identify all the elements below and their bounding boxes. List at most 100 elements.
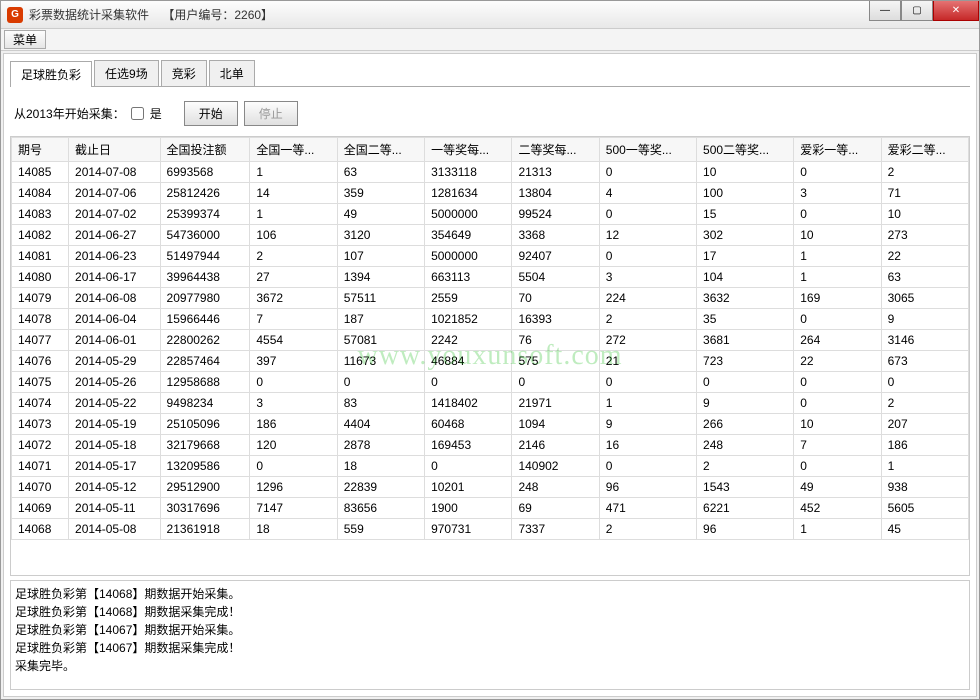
table-row[interactable]: 140742014-05-229498234383141840221971190… (12, 393, 969, 414)
tab-0[interactable]: 足球胜负彩 (10, 61, 92, 87)
column-header[interactable]: 爱彩一等... (794, 138, 881, 162)
table-cell: 49 (794, 477, 881, 498)
table-cell: 2 (599, 309, 696, 330)
table-cell: 140902 (512, 456, 599, 477)
table-row[interactable]: 140812014-06-235149794421075000000924070… (12, 246, 969, 267)
table-cell: 0 (425, 456, 512, 477)
table-cell: 0 (250, 372, 337, 393)
table-cell: 169453 (425, 435, 512, 456)
table-cell: 1 (250, 162, 337, 183)
table-cell: 186 (250, 414, 337, 435)
table-cell: 57081 (337, 330, 424, 351)
controls-row: 从2013年开始采集： 是 开始 停止 (10, 87, 970, 136)
column-header[interactable]: 全国一等... (250, 138, 337, 162)
column-header[interactable]: 期号 (12, 138, 69, 162)
table-row[interactable]: 140732014-05-192510509618644046046810949… (12, 414, 969, 435)
data-table-wrap[interactable]: 期号截止日全国投注额全国一等...全国二等...一等奖每...二等奖每...50… (10, 136, 970, 576)
table-cell: 2014-06-17 (69, 267, 161, 288)
table-row[interactable]: 140832014-07-022539937414950000009952401… (12, 204, 969, 225)
table-cell: 10 (881, 204, 968, 225)
table-cell: 2014-05-22 (69, 393, 161, 414)
table-cell: 99524 (512, 204, 599, 225)
table-cell: 57511 (337, 288, 424, 309)
table-cell: 359 (337, 183, 424, 204)
table-cell: 63 (337, 162, 424, 183)
close-button[interactable]: ✕ (933, 1, 979, 21)
table-cell: 29512900 (160, 477, 250, 498)
app-icon: G (7, 7, 23, 23)
table-cell: 2 (250, 246, 337, 267)
table-cell: 0 (794, 456, 881, 477)
table-row[interactable]: 140762014-05-292285746439711673468845752… (12, 351, 969, 372)
table-cell: 2014-05-26 (69, 372, 161, 393)
column-header[interactable]: 500一等奖... (599, 138, 696, 162)
column-header[interactable]: 全国二等... (337, 138, 424, 162)
table-cell: 186 (881, 435, 968, 456)
table-cell: 663113 (425, 267, 512, 288)
table-cell: 14073 (12, 414, 69, 435)
table-cell: 2 (599, 519, 696, 540)
table-row[interactable]: 140792014-06-082097798036725751125597022… (12, 288, 969, 309)
table-cell: 104 (697, 267, 794, 288)
menu-main[interactable]: 菜单 (4, 30, 46, 49)
column-header[interactable]: 截止日 (69, 138, 161, 162)
column-header[interactable]: 爱彩二等... (881, 138, 968, 162)
tab-3[interactable]: 北单 (209, 60, 255, 86)
table-cell: 673 (881, 351, 968, 372)
collect-from-2013-checkbox[interactable] (131, 107, 144, 120)
table-cell: 723 (697, 351, 794, 372)
table-cell: 14079 (12, 288, 69, 309)
table-cell: 30317696 (160, 498, 250, 519)
table-cell: 1 (599, 393, 696, 414)
table-cell: 2 (881, 393, 968, 414)
table-cell: 1 (794, 519, 881, 540)
tab-1[interactable]: 任选9场 (94, 60, 159, 86)
table-row[interactable]: 140772014-06-012280026245545708122427627… (12, 330, 969, 351)
table-cell: 3 (250, 393, 337, 414)
maximize-button[interactable]: ▢ (901, 1, 933, 21)
start-button[interactable]: 开始 (184, 101, 238, 126)
column-header[interactable]: 500二等奖... (697, 138, 794, 162)
table-cell: 248 (512, 477, 599, 498)
tab-2[interactable]: 竞彩 (161, 60, 207, 86)
tabs: 足球胜负彩任选9场竞彩北单 (10, 60, 970, 87)
table-row[interactable]: 140822014-06-275473600010631203546493368… (12, 225, 969, 246)
titlebar: G 彩票数据统计采集软件 【用户编号：2260】 — ▢ ✕ (1, 1, 979, 29)
table-cell: 107 (337, 246, 424, 267)
table-cell: 1394 (337, 267, 424, 288)
table-cell: 6221 (697, 498, 794, 519)
table-row[interactable]: 140752014-05-261295868800000000 (12, 372, 969, 393)
table-row[interactable]: 140692014-05-113031769671478365619006947… (12, 498, 969, 519)
table-cell: 1900 (425, 498, 512, 519)
table-cell: 248 (697, 435, 794, 456)
column-header[interactable]: 二等奖每... (512, 138, 599, 162)
table-row[interactable]: 140802014-06-173996443827139466311355043… (12, 267, 969, 288)
minimize-button[interactable]: — (869, 1, 901, 21)
log-output[interactable]: 足球胜负彩第【14068】期数据开始采集。 足球胜负彩第【14068】期数据采集… (10, 580, 970, 690)
table-row[interactable]: 140782014-06-041596644671871021852163932… (12, 309, 969, 330)
collect-label: 从2013年开始采集： (14, 105, 125, 122)
yes-label: 是 (150, 105, 162, 122)
table-cell: 22 (881, 246, 968, 267)
table-cell: 100 (697, 183, 794, 204)
table-row[interactable]: 140722014-05-183217966812028781694532146… (12, 435, 969, 456)
table-row[interactable]: 140712014-05-171320958601801409020201 (12, 456, 969, 477)
table-cell: 22857464 (160, 351, 250, 372)
table-cell: 169 (794, 288, 881, 309)
column-header[interactable]: 全国投注额 (160, 138, 250, 162)
table-cell: 22800262 (160, 330, 250, 351)
table-cell: 12 (599, 225, 696, 246)
table-row[interactable]: 140702014-05-122951290012962283910201248… (12, 477, 969, 498)
table-cell: 16 (599, 435, 696, 456)
table-row[interactable]: 140682014-05-082136191818559970731733729… (12, 519, 969, 540)
table-row[interactable]: 140852014-07-086993568163313311821313010… (12, 162, 969, 183)
column-header[interactable]: 一等奖每... (425, 138, 512, 162)
table-cell: 0 (425, 372, 512, 393)
table-row[interactable]: 140842014-07-062581242614359128163413804… (12, 183, 969, 204)
table-cell: 49 (337, 204, 424, 225)
table-cell: 14082 (12, 225, 69, 246)
table-cell: 1 (881, 456, 968, 477)
stop-button[interactable]: 停止 (244, 101, 298, 126)
table-cell: 45 (881, 519, 968, 540)
table-cell: 12958688 (160, 372, 250, 393)
